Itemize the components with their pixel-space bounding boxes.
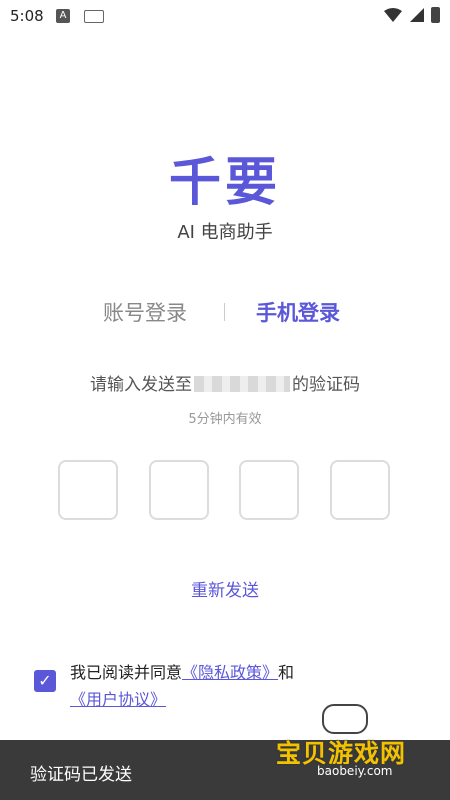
- app-logo: 千要: [168, 153, 281, 213]
- code-input-3[interactable]: [239, 460, 299, 520]
- agreement-line2: 《用户协议》: [70, 686, 166, 710]
- signal-icon: [410, 8, 424, 22]
- code-input-4[interactable]: [330, 460, 390, 520]
- app-subtitle: AI 电商助手: [177, 222, 273, 243]
- battery-icon: [431, 7, 440, 23]
- resend-button[interactable]: 重新发送: [0, 576, 450, 601]
- code-validity: 5分钟内有效: [188, 412, 262, 427]
- verify-prompt: 请输入发送至 的验证码: [0, 370, 450, 395]
- agreement-and: 和: [278, 663, 295, 682]
- privacy-policy-link[interactable]: 《隐私政策》: [182, 663, 278, 682]
- verify-prompt-prefix: 请输入发送至: [90, 375, 192, 395]
- check-icon: ✓: [38, 671, 52, 690]
- toast-message: 验证码已发送: [30, 765, 132, 785]
- keyboard-icon: [84, 10, 104, 23]
- gamepad-icon: [322, 704, 368, 734]
- verify-prompt-suffix: 的验证码: [292, 375, 360, 395]
- agreement-text: 我已阅读并同意《隐私政策》和: [70, 659, 294, 683]
- notification-a-icon: A: [56, 9, 70, 23]
- wifi-icon: [384, 8, 402, 22]
- status-time: 5:08: [10, 7, 44, 25]
- watermark-url: baobeiy.com: [313, 764, 397, 778]
- code-input-2[interactable]: [149, 460, 209, 520]
- code-input-1[interactable]: [58, 460, 118, 520]
- agree-checkbox[interactable]: ✓: [34, 670, 56, 692]
- agreement-prefix: 我已阅读并同意: [70, 663, 183, 682]
- user-agreement-link[interactable]: 《用户协议》: [70, 690, 166, 709]
- tab-account-login[interactable]: 账号登录: [103, 297, 187, 327]
- tab-divider: [224, 303, 225, 321]
- tab-phone-login[interactable]: 手机登录: [256, 297, 340, 327]
- status-bar: 5:08 A: [0, 0, 450, 32]
- masked-phone-number: [194, 376, 290, 392]
